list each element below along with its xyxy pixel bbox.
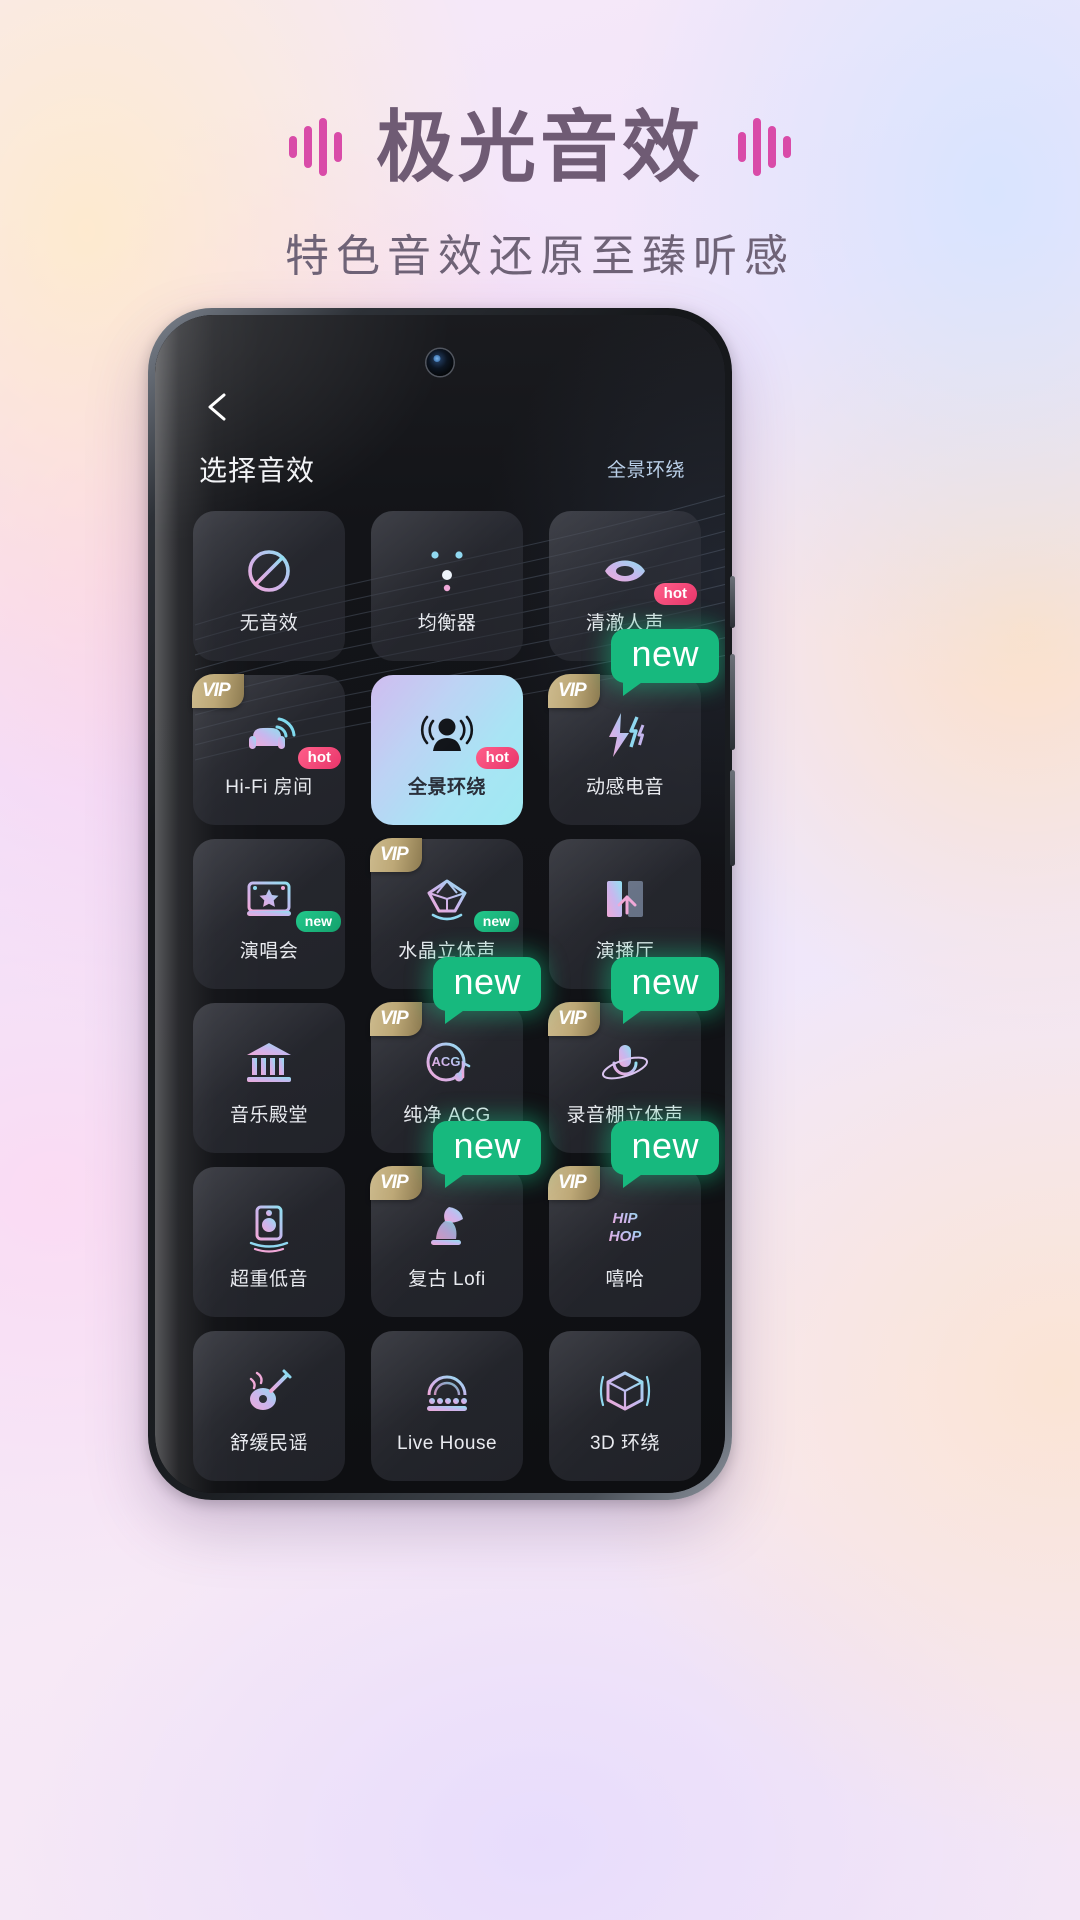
effect-tile-label: Live House (396, 1432, 498, 1454)
effect-tile-label: 音乐殿堂 (229, 1104, 308, 1126)
effect-tile-label: 动感电音 (585, 776, 664, 798)
effect-tile-label: 全景环绕 (407, 776, 486, 798)
new-bubble-badge: new (611, 1121, 719, 1188)
studio-hall-icon (594, 868, 656, 930)
music-hall-columns-icon (238, 1032, 300, 1094)
live-house-crowd-icon (416, 1360, 478, 1422)
hero-title-row: 极光音效 (0, 108, 1080, 186)
equalizer-sliders-icon (416, 540, 478, 602)
effect-tile-label: Hi-Fi 房间 (225, 776, 313, 798)
new-bubble-badge: new (433, 1121, 541, 1188)
effect-tile-label: 3D 环绕 (589, 1432, 661, 1454)
effect-tile-动感电音[interactable]: VIP 动感电音 new (548, 629, 719, 825)
studio-mic-icon (594, 1032, 656, 1094)
back-button[interactable] (199, 387, 239, 427)
concert-stage-icon (238, 868, 300, 930)
effect-tile-舒缓民谣[interactable]: 舒缓民谣 (193, 1331, 345, 1481)
effect-tile-复古-Lofi[interactable]: VIP 复古 Lofi new (370, 1121, 541, 1317)
chevron-left-icon (208, 393, 226, 421)
armchair-hifi-icon (238, 704, 300, 766)
phone-side-button-3 (730, 770, 735, 866)
effect-tile-超重低音[interactable]: 超重低音 (193, 1167, 345, 1317)
effect-tile-label: 复古 Lofi (408, 1268, 486, 1290)
guitar-folk-icon (238, 1360, 300, 1422)
effect-tile-无音效[interactable]: 无音效 (193, 511, 345, 661)
effect-tile-label: 超重低音 (229, 1268, 308, 1290)
effect-tile-Live-House[interactable]: Live House (371, 1331, 523, 1481)
effect-tile-label: 无音效 (239, 612, 299, 634)
new-tag-badge: new (295, 911, 341, 933)
effect-tile-label: 舒缓民谣 (229, 1432, 308, 1454)
page-title: 极光音效 (375, 103, 704, 191)
hiphop-text-icon: HIP HOP (594, 1196, 656, 1258)
effect-tile-Hi-Fi-房间[interactable]: VIP Hi-Fi 房间 hot (192, 674, 345, 825)
front-camera-punchhole (426, 349, 454, 376)
effect-tile-演唱会[interactable]: 演唱会 new (193, 839, 345, 989)
no-sound-prohibition-icon (238, 540, 300, 602)
effect-tile-全景环绕[interactable]: 全景环绕 hot (371, 675, 523, 825)
effect-tile-嘻哈[interactable]: VIP HIP HOP 嘻哈 new (548, 1121, 719, 1317)
hero-section: 极光音效 特色音效还原至臻听感 (0, 0, 1080, 284)
effect-tile-label: 演唱会 (239, 940, 299, 962)
effect-tile-3D-环绕[interactable]: 3D 环绕 (549, 1331, 701, 1481)
sound-wave-left-icon (288, 116, 342, 178)
vip-badge: VIP (370, 1002, 422, 1036)
page-subtitle: 特色音效还原至臻听感 (285, 232, 795, 281)
hot-badge: hot (653, 583, 697, 606)
vip-badge: VIP (548, 1166, 600, 1200)
vip-badge: VIP (548, 674, 600, 708)
screen-title: 选择音效 (199, 455, 316, 486)
vip-badge: VIP (370, 1166, 422, 1200)
hot-badge: hot (475, 747, 519, 770)
effect-tile-音乐殿堂[interactable]: 音乐殿堂 (193, 1003, 345, 1153)
crystal-diamond-icon (416, 868, 478, 930)
vip-badge: VIP (192, 674, 244, 708)
effect-tile-label: 嘻哈 (605, 1268, 645, 1290)
cube-3d-surround-icon (594, 1360, 656, 1422)
new-tag-badge: new (473, 911, 519, 933)
phone-inner-frame: 选择音效 全景环绕 无音效 均衡器 清澈人声 hot VIP Hi-Fi 房间 … (155, 315, 725, 1493)
phone-side-button-1 (730, 576, 735, 628)
current-effect-label: 全景环绕 (606, 460, 685, 481)
lightning-electronic-icon (594, 704, 656, 766)
svg-text:HOP: HOP (609, 1228, 643, 1245)
hot-badge: hot (297, 747, 341, 770)
subwoofer-speaker-icon (238, 1196, 300, 1258)
vip-badge: VIP (548, 1002, 600, 1036)
new-bubble-badge: new (433, 957, 541, 1024)
effect-tile-均衡器[interactable]: 均衡器 (371, 511, 523, 661)
acg-disc-icon: ACG (416, 1032, 478, 1094)
svg-text:ACG: ACG (432, 1054, 461, 1069)
lips-vocal-icon (594, 540, 656, 602)
sound-wave-right-icon (738, 116, 791, 178)
effect-tile-label: 均衡器 (417, 612, 477, 634)
phone-mockup: 选择音效 全景环绕 无音效 均衡器 清澈人声 hot VIP Hi-Fi 房间 … (148, 308, 735, 1500)
phone-side-button-2 (730, 654, 735, 750)
effects-grid: 无音效 均衡器 清澈人声 hot VIP Hi-Fi 房间 hot 全景环绕 h… (192, 511, 719, 1481)
gramophone-lofi-icon (416, 1196, 478, 1258)
vip-badge: VIP (370, 838, 422, 872)
phone-screen: 选择音效 全景环绕 无音效 均衡器 清澈人声 hot VIP Hi-Fi 房间 … (155, 315, 725, 1493)
new-bubble-badge: new (611, 629, 719, 696)
svg-text:HIP: HIP (612, 1210, 638, 1227)
new-bubble-badge: new (611, 957, 719, 1024)
person-surround-icon (416, 704, 478, 766)
